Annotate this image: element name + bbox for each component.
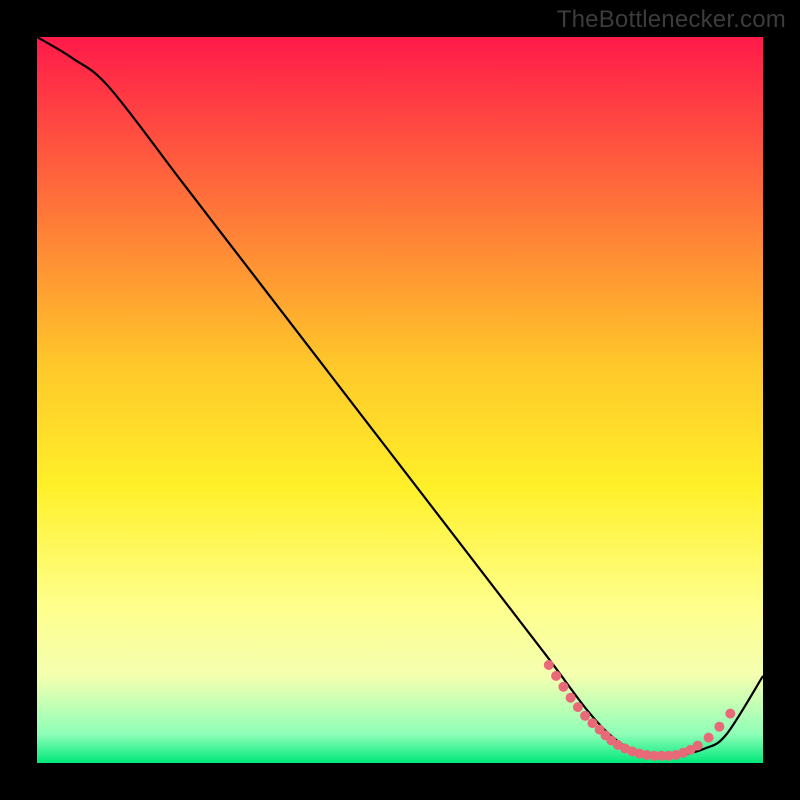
marker-dot bbox=[714, 722, 724, 732]
curve-line bbox=[37, 37, 763, 757]
marker-group bbox=[544, 660, 736, 761]
watermark: TheBottlenecker.com bbox=[557, 6, 786, 34]
marker-dot bbox=[558, 682, 568, 692]
plot-area bbox=[37, 37, 763, 763]
marker-dot bbox=[551, 671, 561, 681]
marker-dot bbox=[544, 660, 554, 670]
marker-dot bbox=[573, 702, 583, 712]
chart-frame: TheBottlenecker.com bbox=[0, 0, 800, 800]
curve-layer bbox=[37, 37, 763, 763]
marker-dot bbox=[704, 733, 714, 743]
marker-dot bbox=[693, 741, 703, 751]
marker-dot bbox=[725, 709, 735, 719]
marker-dot bbox=[566, 693, 576, 703]
marker-dot bbox=[580, 711, 590, 721]
